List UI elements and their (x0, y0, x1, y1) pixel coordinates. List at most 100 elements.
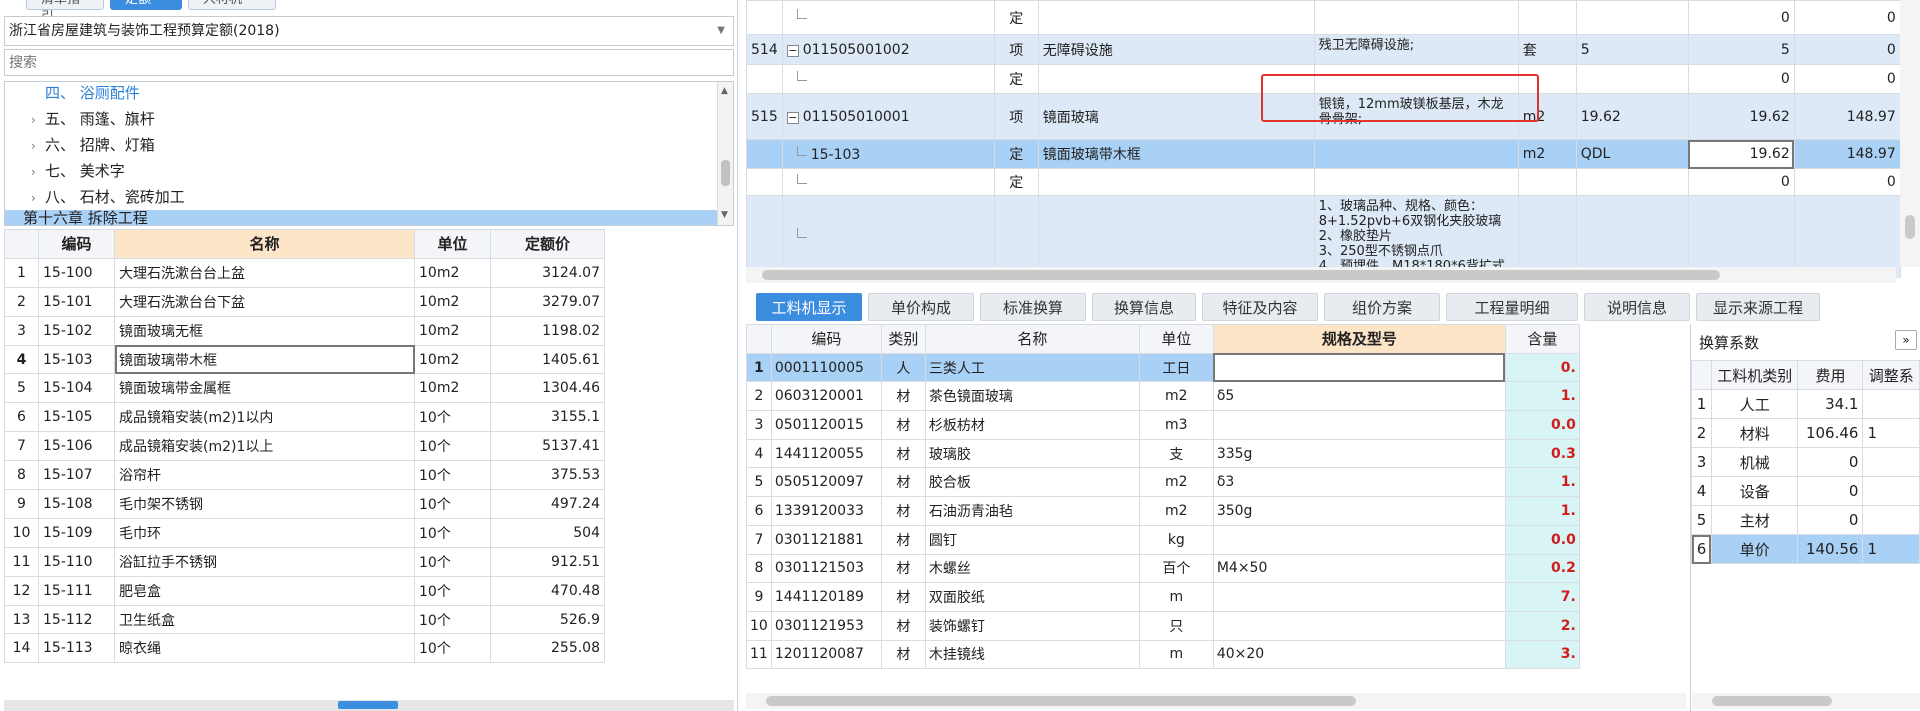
cell-price[interactable]: 1304.46 (490, 373, 605, 404)
collapse-icon[interactable]: − (786, 44, 799, 57)
bill-horizontal-scrollbar[interactable] (746, 267, 1896, 283)
col-quantity[interactable]: 含量 (1504, 324, 1580, 354)
table-row[interactable]: 6 1339120033 材石油沥青油毡 m2 350g 1. (746, 496, 1580, 526)
coefficient-horizontal-scrollbar[interactable] (1692, 693, 1920, 709)
table-row[interactable]: 14 15-113 晾衣绳 10个 255.08 (4, 633, 605, 664)
cell-spec[interactable] (1212, 524, 1506, 555)
col-category[interactable]: 工料机类别 (1710, 360, 1799, 390)
cell-name[interactable]: 大理石洗漱台台上盆 (114, 257, 415, 288)
col-unit[interactable]: 单位 (1138, 324, 1214, 354)
tab-3[interactable]: 换算信息 (1092, 293, 1196, 321)
cell-price[interactable]: 3124.07 (490, 257, 605, 288)
col-category[interactable]: 类别 (880, 324, 926, 354)
cell-name[interactable]: 木挂镜线 (924, 639, 1140, 670)
table-row[interactable]: 2 15-101 大理石洗漱台台下盆 10m2 3279.07 (4, 286, 605, 317)
cell-unit[interactable]: 10m2 (414, 373, 491, 404)
table-row[interactable]: 9 15-108 毛巾架不锈钢 10个 497.24 (4, 489, 605, 519)
cell-price[interactable]: 375.53 (490, 460, 605, 491)
table-row[interactable]: 3 0501120015 材杉板枋材 m3 0.0 (746, 410, 1580, 440)
table-row[interactable]: 定 00 (746, 0, 1901, 35)
cell-code[interactable]: 15-109 (38, 517, 115, 548)
tree-item-stone-processing[interactable]: › 八、 石材、瓷砖加工 (31, 184, 185, 210)
cell-quantity[interactable]: 3. (1504, 639, 1580, 670)
cell-name[interactable]: 浴帘杆 (114, 460, 415, 491)
cell-price[interactable]: 497.24 (490, 489, 605, 519)
cell-expression[interactable]: 5 (1575, 34, 1689, 65)
table-row[interactable]: 2 材料 106.46 1 (1691, 418, 1920, 448)
cell-expression[interactable] (1575, 0, 1689, 35)
cell-feature[interactable] (1313, 139, 1519, 169)
cell-code[interactable] (781, 195, 995, 278)
table-row[interactable]: 12 15-111 肥皂盒 10个 470.48 (4, 575, 605, 606)
table-row[interactable]: 15-103 定镜面玻璃带木框 m2 QDL 19.62 148.97 (746, 139, 1901, 169)
tab-8[interactable]: 显示来源工程 (1696, 293, 1820, 321)
tab-7[interactable]: 说明信息 (1584, 293, 1690, 321)
cell-name[interactable] (1037, 0, 1315, 35)
cell-adjust[interactable] (1862, 476, 1920, 506)
cell-code[interactable]: 15-101 (38, 286, 115, 317)
cell-name[interactable]: 玻璃胶 (924, 438, 1140, 469)
scroll-thumb[interactable] (721, 160, 730, 186)
chevron-right-icon[interactable]: › (31, 107, 45, 133)
cell-spec[interactable] (1212, 582, 1506, 612)
cell-price[interactable]: 526.9 (490, 604, 605, 635)
material-horizontal-scrollbar[interactable] (746, 693, 1686, 709)
bill-vertical-scrollbar[interactable] (1900, 0, 1920, 267)
tab-2[interactable]: 标准换算 (980, 293, 1086, 321)
search-input[interactable] (4, 49, 734, 76)
cell-quantity[interactable] (1687, 195, 1795, 278)
cell-code[interactable]: 15-104 (38, 373, 115, 404)
cell-quantity[interactable]: 1. (1504, 496, 1580, 526)
table-row[interactable]: 7 0301121881 材圆钉 kg 0.0 (746, 524, 1580, 555)
cell-code[interactable]: 15-100 (38, 257, 115, 288)
cell-code[interactable]: 0301121503 (770, 553, 882, 584)
cell-name[interactable]: 无障碍设施 (1037, 34, 1315, 65)
col-adjust[interactable]: 调整系 (1862, 360, 1920, 390)
scroll-thumb[interactable] (1905, 215, 1915, 239)
cell-name[interactable]: 胶合板 (924, 467, 1140, 498)
cell-code[interactable]: 1201120087 (770, 639, 882, 670)
cell-code[interactable]: −011505001002 (781, 34, 995, 65)
cell-code[interactable]: 15-103 (781, 139, 995, 169)
scroll-up-icon[interactable]: ▲ (721, 86, 728, 96)
table-row[interactable]: 4 设备 0 (1691, 476, 1920, 506)
cell-price[interactable]: 255.08 (490, 633, 605, 664)
cell-code[interactable]: 0501120015 (770, 410, 882, 440)
cell-quantity[interactable]: 19.62 (1687, 93, 1795, 140)
cell-code[interactable]: 1441120055 (770, 438, 882, 469)
table-row[interactable]: 514−011505001002 项无障碍设施 残卫无障碍设施; 套 5 5 0 (746, 34, 1901, 65)
collapse-icon[interactable]: − (786, 111, 799, 124)
table-row[interactable]: 10 15-109 毛巾环 10个 504 (4, 517, 605, 548)
cell-code[interactable]: 15-113 (38, 633, 115, 664)
tab-0[interactable]: 工料机显示 (756, 293, 862, 321)
col-name[interactable]: 名称 (114, 229, 415, 259)
tree-item-bath-accessories[interactable]: 四、 浴厕配件 (45, 82, 140, 106)
cell-quantity[interactable]: 0.0 (1504, 410, 1580, 440)
tree-item-art-letters[interactable]: › 七、 美术字 (31, 158, 125, 184)
cell-spec[interactable]: 335g (1212, 438, 1506, 469)
cell-unit[interactable]: 10个 (414, 517, 491, 548)
scroll-down-icon[interactable]: ▼ (721, 210, 728, 220)
table-row[interactable]: 13 15-112 卫生纸盒 10个 526.9 (4, 604, 605, 635)
cell-name[interactable]: 圆钉 (924, 524, 1140, 555)
cell-unit[interactable]: 10m2 (414, 257, 491, 288)
scroll-thumb[interactable] (1712, 696, 1832, 706)
cell-price[interactable]: 504 (490, 517, 605, 548)
cell-quantity[interactable]: 7. (1504, 582, 1580, 612)
splitter-handle[interactable] (338, 701, 398, 709)
cell-unit[interactable]: 10个 (414, 489, 491, 519)
table-row[interactable]: 6 单价 140.56 1 (1691, 534, 1920, 564)
cell-code[interactable]: 0301121953 (770, 610, 882, 641)
cell-name[interactable]: 大理石洗漱台台下盆 (114, 286, 415, 317)
cell-name[interactable]: 毛巾架不锈钢 (114, 489, 415, 519)
cell-quantity[interactable]: 1. (1504, 381, 1580, 412)
cell-code[interactable]: 1339120033 (770, 496, 882, 526)
cell-unit[interactable]: 10m2 (414, 315, 491, 346)
cell-unit[interactable]: 10个 (414, 431, 491, 462)
cell-name[interactable]: 成品镜箱安装(m2)1以上 (114, 431, 415, 462)
col-code[interactable]: 编码 (38, 229, 115, 259)
cell-code[interactable]: 15-107 (38, 460, 115, 491)
col-fee[interactable]: 费用 (1797, 360, 1864, 390)
table-row[interactable]: 4 15-103 镜面玻璃带木框 10m2 1405.61 (4, 344, 605, 375)
cell-name[interactable]: 毛巾环 (114, 517, 415, 548)
